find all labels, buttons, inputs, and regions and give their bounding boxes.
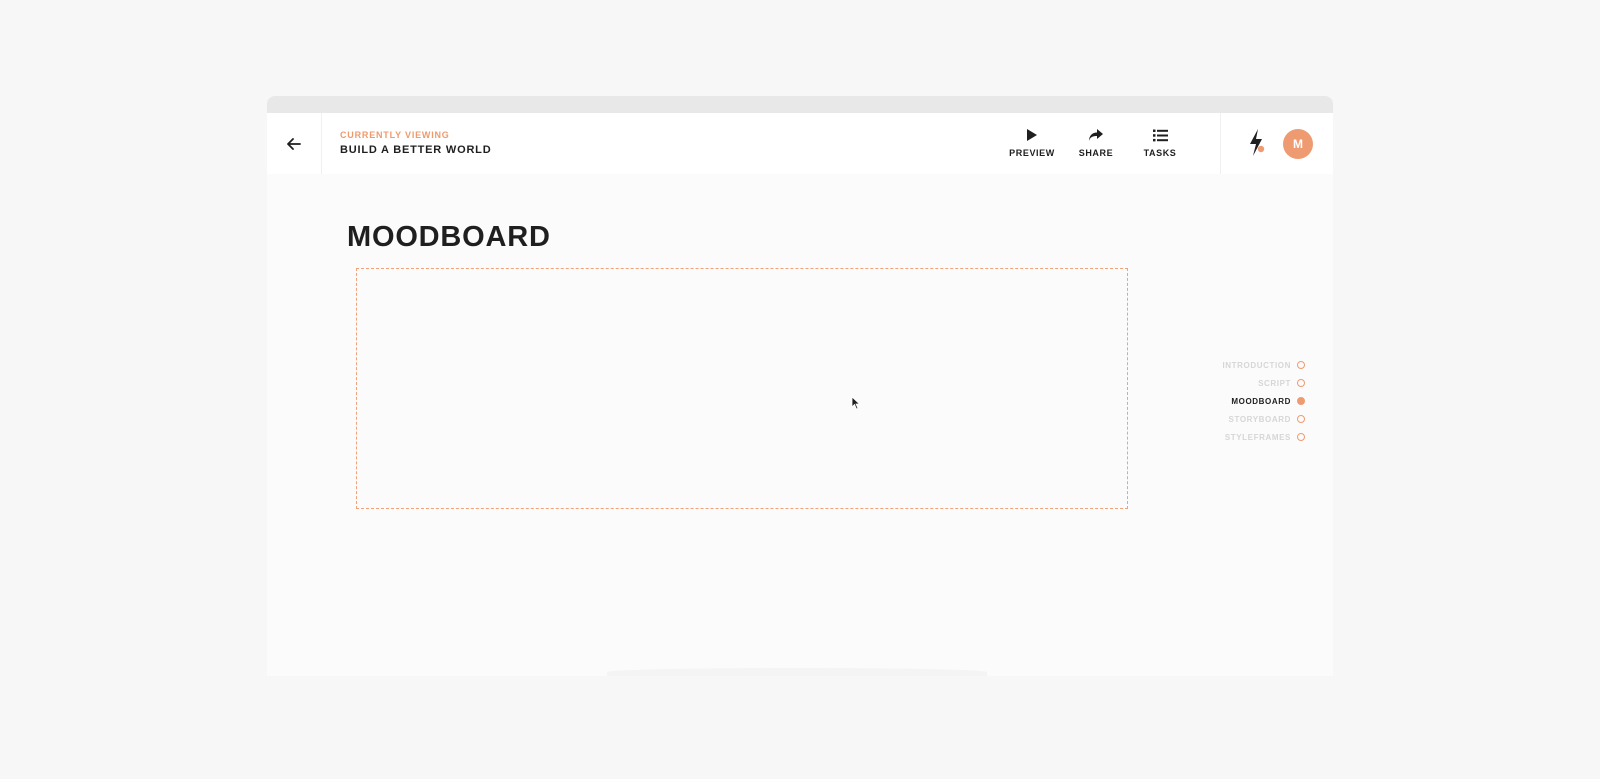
tasks-label: TASKS <box>1143 148 1177 158</box>
project-title: BUILD A BETTER WORLD <box>340 144 492 156</box>
project-info: CURRENTLY VIEWING BUILD A BETTER WORLD <box>340 130 491 157</box>
section-nav-label: INTRODUCTION <box>1222 360 1291 370</box>
share-button[interactable]: SHARE <box>1068 126 1124 159</box>
app-window: CURRENTLY VIEWING BUILD A BETTER WORLD P… <box>267 96 1333 676</box>
arrow-left-icon <box>287 137 301 150</box>
section-dot-icon <box>1297 415 1305 423</box>
list-icon <box>1152 129 1168 141</box>
section-nav-label: SCRIPT <box>1258 378 1291 388</box>
project-eyebrow: CURRENTLY VIEWING <box>340 130 450 140</box>
page-title: MOODBOARD <box>347 221 551 253</box>
section-nav-storyboard[interactable]: STORYBOARD <box>1222 410 1305 428</box>
section-nav-label: STYLEFRAMES <box>1224 432 1291 442</box>
section-nav-styleframes[interactable]: STYLEFRAMES <box>1222 428 1305 446</box>
topbar-divider <box>1220 113 1221 174</box>
window-chrome <box>267 96 1333 113</box>
user-avatar[interactable]: M <box>1283 129 1313 159</box>
bottom-edge-shadow <box>607 668 987 676</box>
play-icon <box>1027 129 1037 141</box>
top-bar: CURRENTLY VIEWING BUILD A BETTER WORLD P… <box>267 113 1333 174</box>
section-nav-introduction[interactable]: INTRODUCTION <box>1222 356 1305 374</box>
tasks-button[interactable]: TASKS <box>1132 126 1188 159</box>
section-dot-icon <box>1297 361 1305 369</box>
section-nav-script[interactable]: SCRIPT <box>1222 374 1305 392</box>
preview-label: PREVIEW <box>1009 148 1055 158</box>
section-nav-label: STORYBOARD <box>1228 414 1291 424</box>
section-nav-moodboard[interactable]: MOODBOARD <box>1222 392 1305 410</box>
share-label: SHARE <box>1078 148 1114 158</box>
section-nav-label: MOODBOARD <box>1231 396 1291 406</box>
lightning-icon[interactable] <box>1246 128 1266 158</box>
section-dot-icon <box>1297 379 1305 387</box>
section-nav: INTRODUCTION SCRIPT MOODBOARD STORYBOARD… <box>1222 356 1305 446</box>
share-icon <box>1089 129 1103 141</box>
section-dot-icon <box>1297 397 1305 405</box>
preview-button[interactable]: PREVIEW <box>1004 126 1060 159</box>
back-button[interactable] <box>267 113 322 174</box>
mouse-cursor-icon <box>851 396 861 410</box>
moodboard-dropzone[interactable] <box>356 268 1128 509</box>
section-dot-icon <box>1297 433 1305 441</box>
